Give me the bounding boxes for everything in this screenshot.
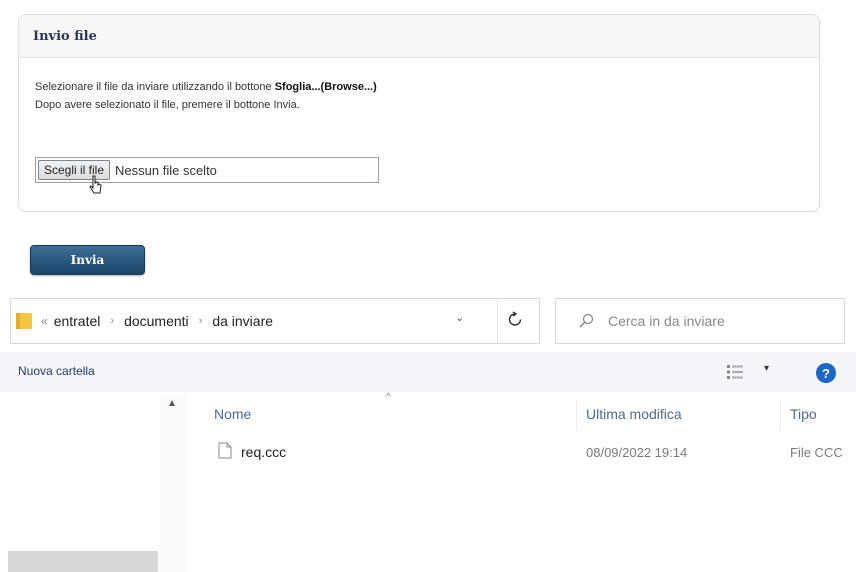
column-header-name[interactable]: Nome [214, 406, 251, 422]
panel-title: Invio file [33, 29, 97, 44]
panel-header: Invio file [19, 15, 819, 58]
file-input[interactable]: Scegli il file Nessun file scelto [35, 157, 379, 183]
navigation-selected-item[interactable] [8, 551, 158, 572]
address-dropdown-icon[interactable]: ⌄ [455, 311, 464, 324]
file-status: Nessun file scelto [115, 162, 217, 178]
instruction-line-1-bold: Sfoglia...(Browse...) [274, 81, 377, 93]
breadcrumb-separator[interactable]: › [110, 315, 114, 327]
file-explorer: « entratel › documenti › da inviare ⌄ Nu… [0, 292, 856, 572]
file-name[interactable]: req.ccc [241, 444, 286, 460]
file-type: File CCC [790, 445, 843, 460]
new-folder-button[interactable]: Nuova cartella [18, 364, 95, 378]
scroll-up-icon[interactable]: ▲ [167, 398, 177, 409]
instruction-line-1-text: Selezionare il file da inviare utilizzan… [35, 81, 275, 93]
breadcrumb-separator[interactable]: › [199, 315, 203, 327]
explorer-toolbar: Nuova cartella ▾ ? [0, 352, 856, 392]
folder-icon [16, 313, 32, 329]
column-divider[interactable] [576, 400, 577, 430]
search-input[interactable] [608, 313, 828, 329]
navigation-pane: ▲ [0, 392, 186, 572]
file-row[interactable]: req.ccc 08/09/2022 19:14 File CCC [186, 434, 856, 464]
column-divider[interactable] [780, 400, 781, 430]
navigation-scrollbar[interactable] [160, 396, 186, 572]
file-icon [218, 442, 232, 459]
column-header-type[interactable]: Tipo [790, 406, 817, 422]
instructions: Selezionare il file da inviare utilizzan… [35, 78, 377, 114]
refresh-icon[interactable] [507, 310, 523, 328]
file-modified: 08/09/2022 19:14 [586, 445, 688, 460]
mouse-cursor-icon [89, 175, 102, 194]
submit-button[interactable]: Invia [30, 245, 145, 275]
address-divider [497, 299, 498, 343]
instruction-line-1: Selezionare il file da inviare utilizzan… [35, 78, 377, 96]
breadcrumb-item-documenti[interactable]: documenti [124, 313, 189, 329]
breadcrumb-overflow[interactable]: « [41, 314, 48, 328]
address-bar[interactable]: « entratel › documenti › da inviare ⌄ [10, 298, 540, 344]
file-list: ^ Nome Ultima modifica Tipo req.ccc 08/0… [186, 392, 856, 572]
help-icon[interactable]: ? [816, 363, 836, 383]
search-icon [579, 313, 594, 328]
search-box[interactable] [555, 298, 845, 344]
instruction-line-2: Dopo avere selezionato il file, premere … [35, 99, 300, 111]
view-options-icon[interactable] [727, 365, 743, 379]
view-options-dropdown-icon[interactable]: ▾ [764, 363, 769, 374]
breadcrumb-item-da-inviare[interactable]: da inviare [212, 313, 273, 329]
upload-panel: Invio file Selezionare il file da inviar… [18, 14, 820, 212]
breadcrumb-item-entratel[interactable]: entratel [54, 313, 101, 329]
breadcrumb: « entratel › documenti › da inviare [41, 313, 273, 329]
column-header-modified[interactable]: Ultima modifica [586, 406, 682, 422]
sort-indicator-icon: ^ [386, 392, 391, 403]
